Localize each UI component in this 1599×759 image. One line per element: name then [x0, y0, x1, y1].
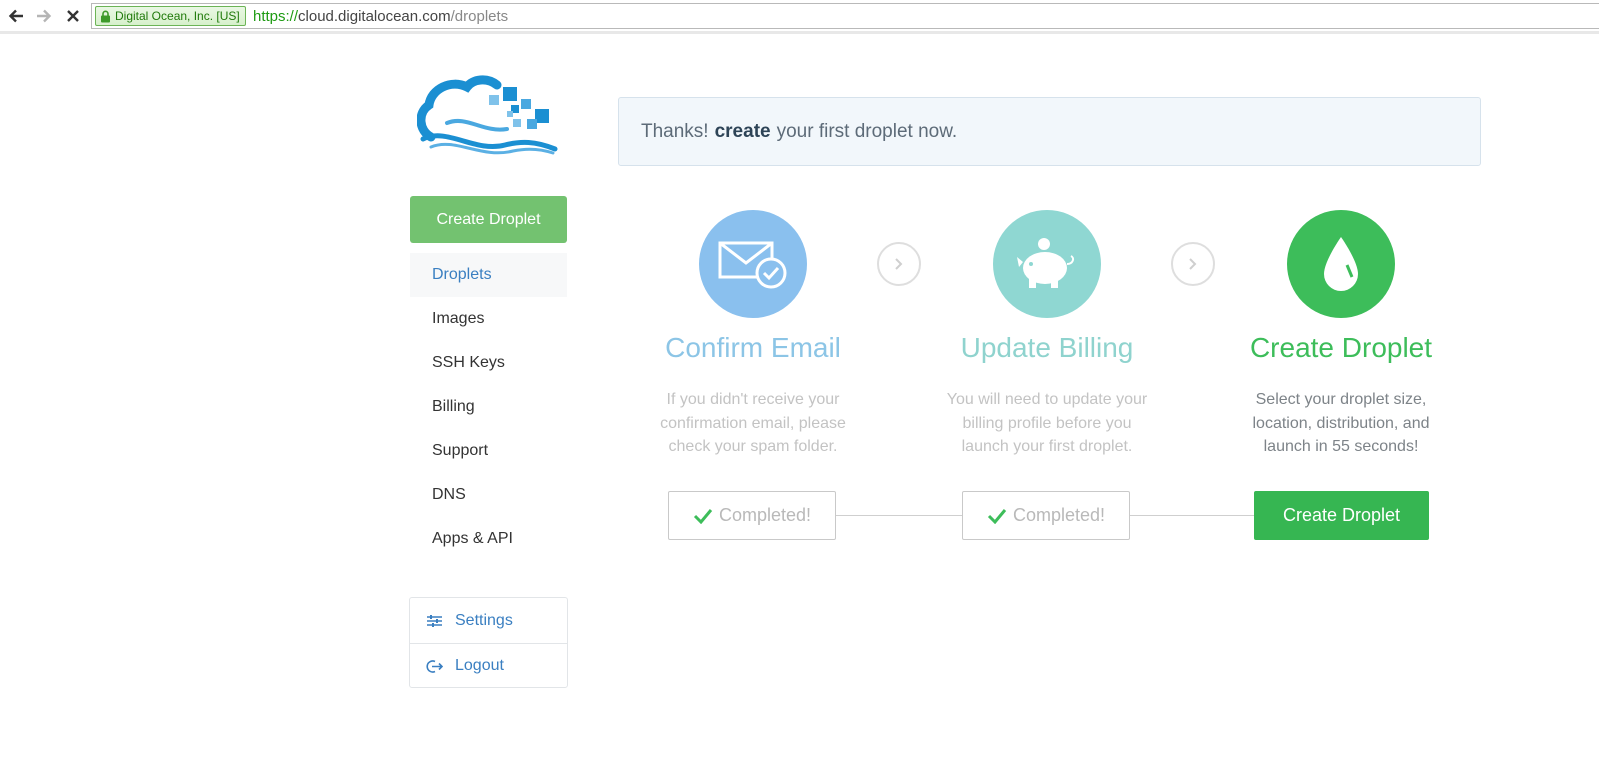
url-text: https://cloud.digitalocean.com/droplets: [253, 8, 508, 25]
step-desc-update-billing: You will need to update your billing pro…: [946, 391, 1148, 455]
banner-prefix: Thanks!: [641, 120, 709, 142]
settings-label: Settings: [455, 611, 513, 629]
forward-button[interactable]: [33, 5, 55, 27]
url-host: cloud.digitalocean.com: [298, 8, 451, 25]
ev-label: Digital Ocean, Inc. [US]: [115, 9, 240, 23]
create-droplet-button[interactable]: Create Droplet: [1254, 491, 1429, 540]
banner-suffix: your first droplet now.: [776, 120, 958, 142]
stop-button[interactable]: [62, 5, 84, 27]
back-button[interactable]: [5, 5, 27, 27]
checkmark-icon: [693, 508, 713, 524]
step-connector-1: [836, 515, 963, 516]
account-menu: Settings Logout: [409, 597, 568, 688]
step-connector-2: [1130, 515, 1254, 516]
envelope-check-icon: [718, 241, 787, 289]
welcome-banner: Thanks! create your first droplet now.: [618, 97, 1481, 166]
sidebar-create-droplet-button[interactable]: Create Droplet: [410, 196, 567, 243]
arrow-right-icon: [37, 9, 52, 23]
settings-link[interactable]: Settings: [410, 598, 567, 643]
step-arrow-2: [1171, 242, 1215, 286]
arrow-left-icon: [8, 9, 23, 23]
ev-certificate-badge[interactable]: Digital Ocean, Inc. [US]: [95, 6, 246, 26]
chevron-right-icon: [895, 258, 903, 270]
step-title-create-droplet: Create Droplet: [1249, 332, 1433, 363]
step-create-droplet-circle: [1287, 210, 1395, 318]
droplet-icon: [1324, 237, 1358, 291]
step-desc-create-droplet: Select your droplet size, location, dist…: [1252, 391, 1430, 455]
step-title-update-billing: Update Billing: [960, 332, 1134, 363]
close-icon: [67, 10, 79, 22]
step-confirm-email-circle: [699, 210, 807, 318]
piggy-bank-icon: [1017, 238, 1075, 288]
confirm-email-completed-button: Completed!: [668, 491, 836, 540]
step-update-billing-circle: [993, 210, 1101, 318]
step-arrow-1: [877, 242, 921, 286]
checkmark-icon: [987, 508, 1007, 524]
sidebar-item-ssh-keys[interactable]: SSH Keys: [410, 341, 567, 385]
address-bar[interactable]: Digital Ocean, Inc. [US] https://cloud.d…: [91, 3, 1599, 29]
completed-label: Completed!: [718, 505, 812, 525]
sliders-icon: [427, 614, 442, 627]
sidebar-item-apps-api[interactable]: Apps & API: [410, 517, 567, 561]
banner-create-link[interactable]: create: [715, 121, 771, 143]
toolbar-divider: [0, 31, 1599, 34]
digitalocean-logo[interactable]: [416, 75, 559, 155]
sidebar-item-billing[interactable]: Billing: [410, 385, 567, 429]
step-desc-confirm-email: If you didn't receive your confirmation …: [660, 391, 846, 455]
sidebar-nav: Droplets Images SSH Keys Billing Support…: [410, 253, 567, 561]
completed-label: Completed!: [1012, 505, 1106, 525]
sidebar-item-support[interactable]: Support: [410, 429, 567, 473]
lock-icon: [101, 10, 110, 22]
url-path: /droplets: [450, 8, 509, 25]
logout-link[interactable]: Logout: [410, 643, 567, 688]
browser-toolbar: Digital Ocean, Inc. [US] https://cloud.d…: [0, 0, 1599, 34]
update-billing-completed-button: Completed!: [962, 491, 1130, 540]
step-title-confirm-email: Confirm Email: [665, 332, 841, 363]
chevron-right-icon: [1189, 258, 1197, 270]
sidebar-item-dns[interactable]: DNS: [410, 473, 567, 517]
logout-icon: [426, 659, 443, 673]
url-scheme: https://: [253, 8, 299, 25]
sidebar-item-images[interactable]: Images: [410, 297, 567, 341]
logout-label: Logout: [455, 657, 504, 674]
sidebar-item-droplets[interactable]: Droplets: [410, 253, 567, 297]
